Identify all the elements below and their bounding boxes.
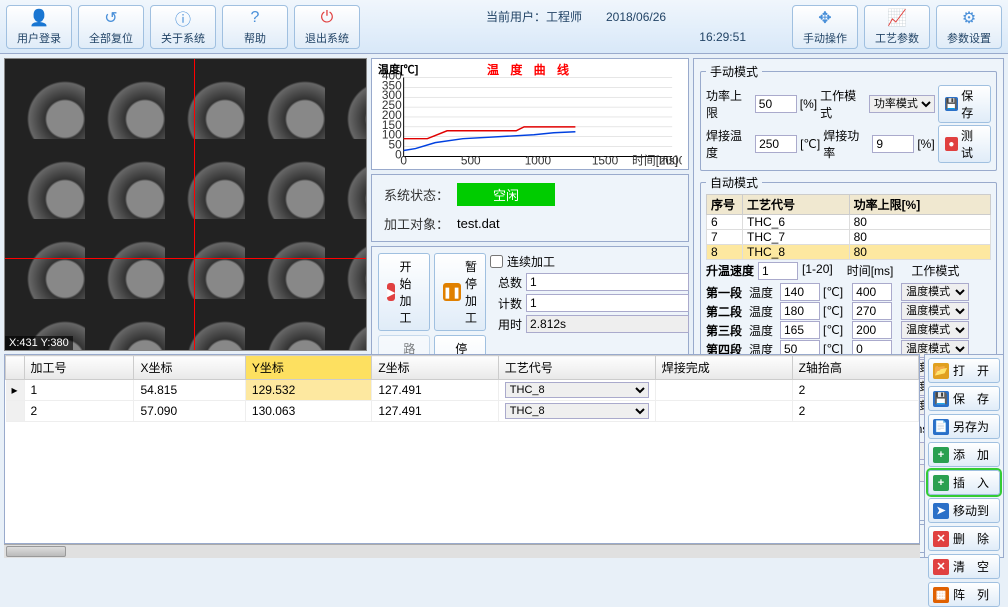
manual-button[interactable]: ✥手动操作 <box>792 5 858 49</box>
seg-mode-select[interactable]: 温度模式 <box>901 283 969 301</box>
table-row: 6THC_680 <box>707 215 991 230</box>
user-info: 当前用户：工程师 2018/06/26 16:29:51 <box>366 7 786 47</box>
login-button[interactable]: 👤用户登录 <box>6 5 72 49</box>
crosshair-v <box>194 59 195 350</box>
seg-mode-select[interactable]: 温度模式 <box>901 302 969 320</box>
manual-mode-group: 手动模式 功率上限 [%] 工作模式 功率模式 💾保存 焊接温度 [℃] 焊接功… <box>700 63 997 171</box>
seg-time-input[interactable] <box>852 283 892 301</box>
open-button[interactable]: 📂打 开 <box>928 358 1000 383</box>
moveto-button[interactable]: ➤移动到 <box>928 498 1000 523</box>
grid-delete-button[interactable]: ✕删 除 <box>928 526 1000 551</box>
exit-button[interactable]: ⏻退出系统 <box>294 5 360 49</box>
settings-button[interactable]: ⚙参数设置 <box>936 5 1002 49</box>
svg-text:时间[ms]: 时间[ms] <box>632 153 678 167</box>
svg-text:0: 0 <box>400 153 407 167</box>
total-input[interactable] <box>526 273 689 291</box>
status-badge: 空闲 <box>457 183 555 206</box>
manual-save-button[interactable]: 💾保存 <box>938 85 991 123</box>
camera-coord: X:431 Y:380 <box>5 336 73 350</box>
segment-row: 第三段温度[℃]温度模式 <box>706 321 991 339</box>
manual-test-button[interactable]: ●测试 <box>938 125 991 163</box>
count-input[interactable] <box>526 294 689 312</box>
weld-power-input[interactable] <box>872 135 914 153</box>
h-scrollbar[interactable] <box>4 544 920 558</box>
seg-time-input[interactable] <box>852 321 892 339</box>
temperature-chart: 温度[℃] 温 度 曲 线 050100 150200250 300350400 <box>371 58 689 170</box>
matrix-button[interactable]: ▦阵 列 <box>928 582 1000 607</box>
process-table[interactable]: 序号工艺代号功率上限[%] 6THC_680 7THC_780 8THC_880 <box>706 194 991 260</box>
segment-row: 第一段温度[℃]温度模式 <box>706 283 991 301</box>
table-row: 257.090130.063127.491THC_82 <box>6 401 919 422</box>
table-row: ▸154.815129.532127.491THC_82 <box>6 380 919 401</box>
saveas-button[interactable]: 📄另存为 <box>928 414 1000 439</box>
insert-button[interactable]: +插 入 <box>928 470 1000 495</box>
grid-save-button[interactable]: 💾保 存 <box>928 386 1000 411</box>
target-file: test.dat <box>457 216 500 231</box>
grid-actions: 📂打 开 💾保 存 📄另存为 +添 加 +插 入 ➤移动到 ✕删 除 ✕清 空 … <box>924 354 1004 558</box>
about-button[interactable]: ⓘ关于系统 <box>150 5 216 49</box>
svg-text:1000: 1000 <box>525 153 552 167</box>
seg-temp-input[interactable] <box>780 283 820 301</box>
seg-mode-select[interactable]: 温度模式 <box>901 321 969 339</box>
ramp-input[interactable] <box>758 262 798 280</box>
start-button[interactable]: ▶开始加工 <box>378 253 430 331</box>
coord-grid[interactable]: 加工号X坐标 Y坐标Z坐标 工艺代号焊接完成Z轴抬高 ▸154.815129.5… <box>4 354 920 544</box>
seg-temp-input[interactable] <box>780 302 820 320</box>
help-button[interactable]: ?帮助 <box>222 5 288 49</box>
camera-view[interactable]: X:431 Y:380 <box>4 58 367 351</box>
svg-text:500: 500 <box>461 153 481 167</box>
pause-button[interactable]: ❚❚暂停加工 <box>434 253 486 331</box>
work-mode-select[interactable]: 功率模式 <box>869 95 935 113</box>
crosshair-h <box>5 258 366 259</box>
process-button[interactable]: 📈工艺参数 <box>864 5 930 49</box>
table-row: 7THC_780 <box>707 230 991 245</box>
reset-button[interactable]: ↺全部复位 <box>78 5 144 49</box>
seg-temp-input[interactable] <box>780 321 820 339</box>
grid-add-button[interactable]: +添 加 <box>928 442 1000 467</box>
table-row: 8THC_880 <box>707 245 991 260</box>
continuous-checkbox[interactable] <box>490 255 503 268</box>
status-panel: 系统状态：空闲 加工对象：test.dat <box>371 174 689 242</box>
segment-row: 第二段温度[℃]温度模式 <box>706 302 991 320</box>
seg-time-input[interactable] <box>852 302 892 320</box>
elapsed-field <box>526 315 689 333</box>
main-toolbar: 👤用户登录 ↺全部复位 ⓘ关于系统 ?帮助 ⏻退出系统 当前用户：工程师 201… <box>0 0 1008 54</box>
weld-temp-input[interactable] <box>755 135 797 153</box>
svg-text:1500: 1500 <box>592 153 619 167</box>
power-limit-input[interactable] <box>755 95 797 113</box>
